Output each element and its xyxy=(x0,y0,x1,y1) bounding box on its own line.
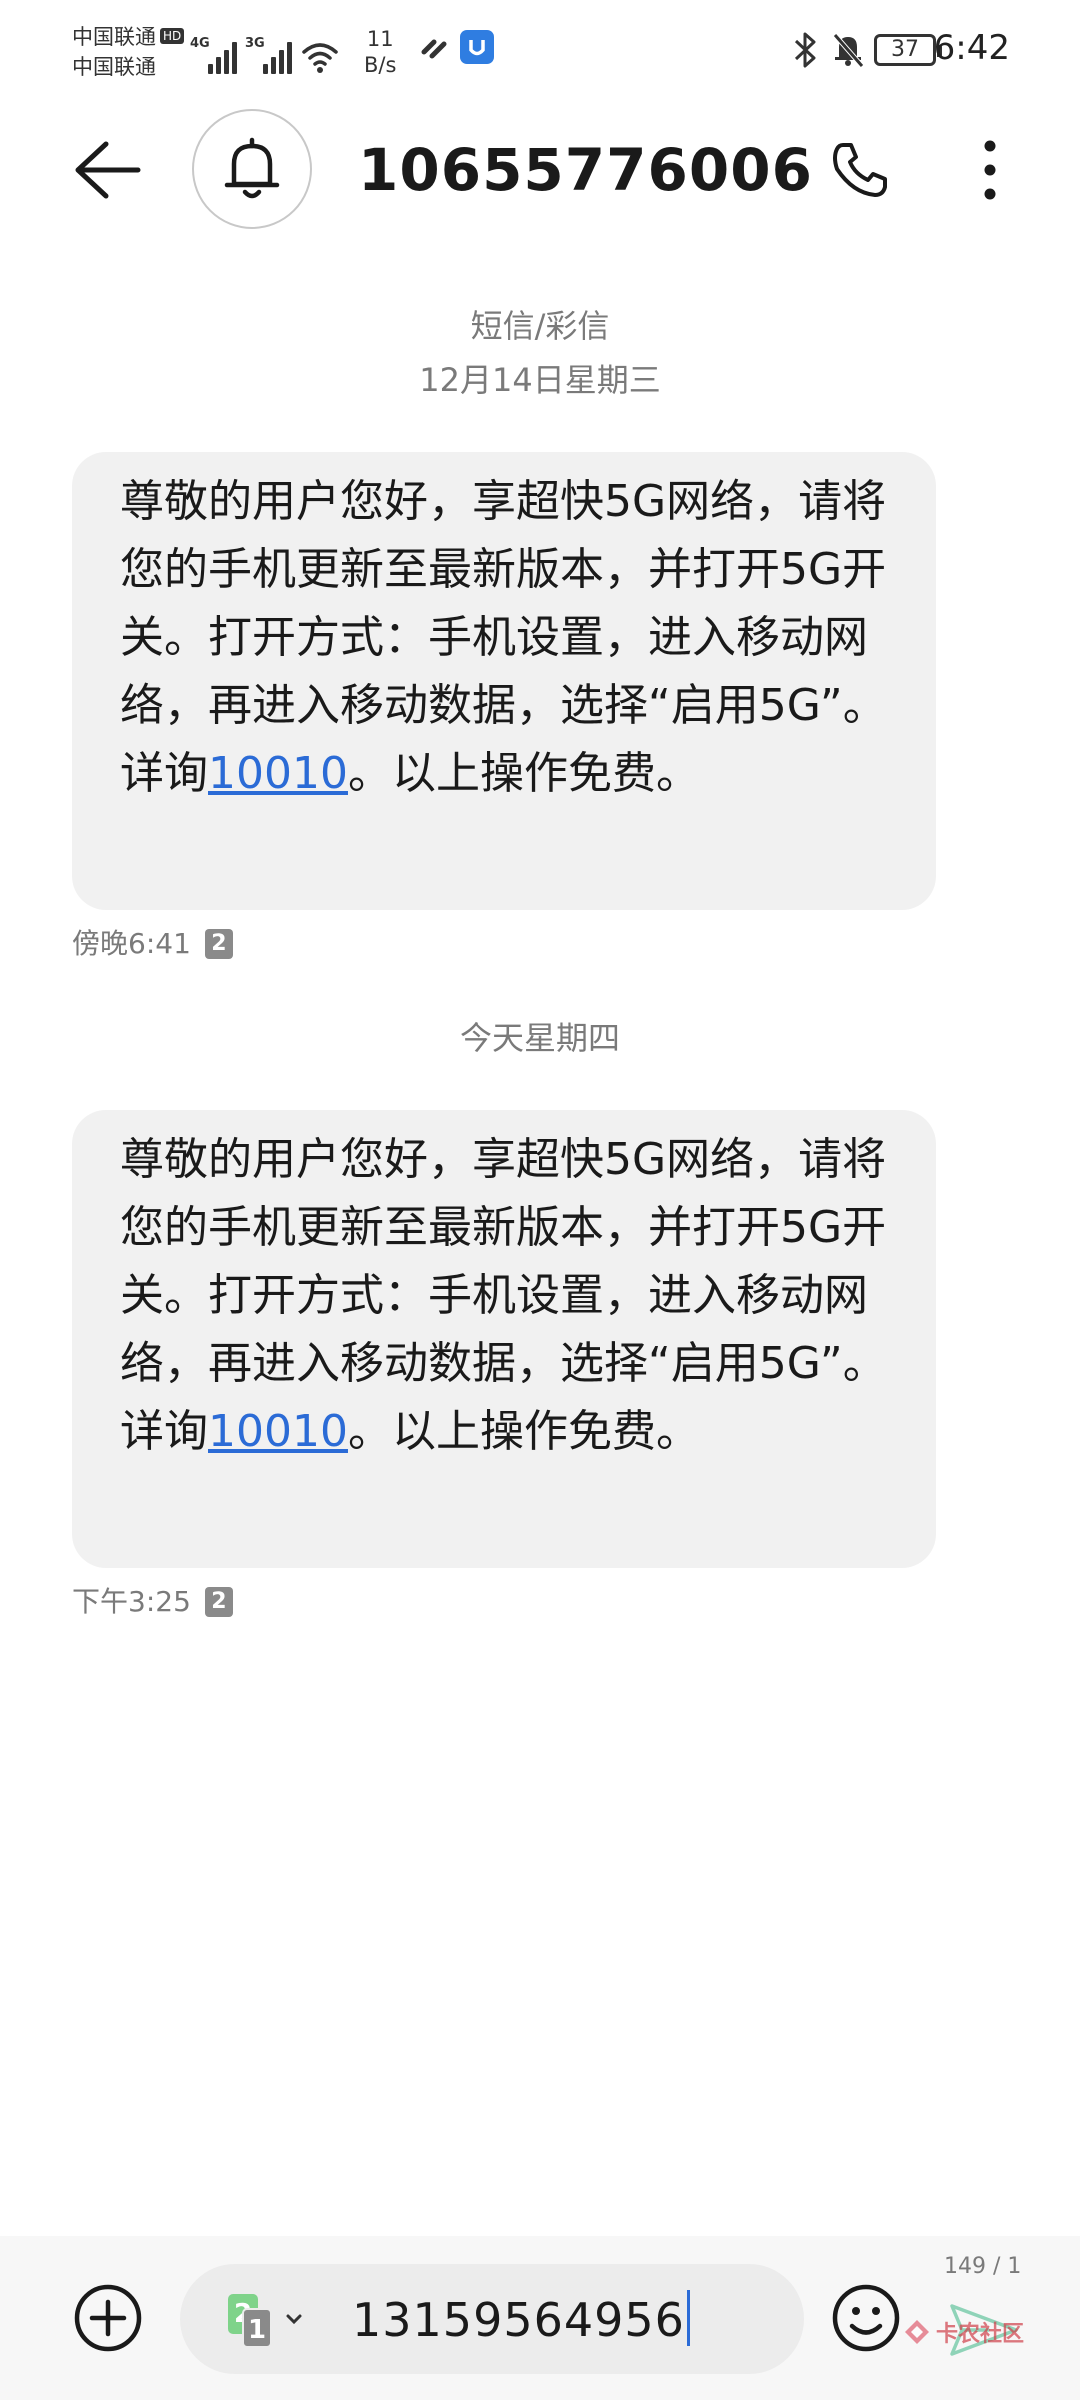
carrier-1: 中国联通 xyxy=(72,25,156,49)
message-type-label: 短信/彩信 xyxy=(470,307,610,345)
message-time: 下午3:25 xyxy=(72,1585,191,1618)
call-button[interactable] xyxy=(820,130,900,210)
clock: 6:42 xyxy=(933,28,1010,68)
net-speed: 11 B/s xyxy=(364,27,397,77)
chevron-down-icon xyxy=(286,2314,302,2325)
signal-2-icon: 3G xyxy=(245,32,292,74)
date-separator: 今天星期四 xyxy=(459,1019,620,1057)
emoji-button[interactable] xyxy=(828,2280,904,2356)
attach-button[interactable] xyxy=(70,2280,146,2356)
phone-icon xyxy=(833,143,887,197)
carrier-2: 中国联通 xyxy=(72,55,156,79)
watermark-icon xyxy=(905,2320,929,2344)
message-meta: 下午3:25 2 xyxy=(72,1582,233,1622)
message-text-end: 。以上操作免费。 xyxy=(347,748,700,799)
back-arrow-icon xyxy=(75,141,141,199)
message-text-end: 。以上操作免费。 xyxy=(347,1406,700,1457)
watermark-text: 卡农社区 xyxy=(936,2322,1025,2347)
conversation-header: 10655776006 xyxy=(0,100,1080,240)
sim-badge: 2 xyxy=(204,929,233,959)
message-input-box[interactable]: 2 1 13159564956 xyxy=(180,2264,804,2374)
phone-link[interactable]: 10010 xyxy=(208,748,348,799)
message-bubble[interactable]: 尊敬的用户您好，享超快5G网络，请将您的手机更新至最新版本，并打开5G开关。打开… xyxy=(72,452,936,910)
more-vertical-icon xyxy=(984,140,996,200)
sim-1-icon: 1 xyxy=(242,2308,272,2348)
sim-badge: 2 xyxy=(204,1587,233,1617)
back-button[interactable] xyxy=(62,130,152,210)
contact-avatar[interactable] xyxy=(192,109,312,229)
app-notification-icon xyxy=(460,30,494,64)
signal-indicators: 4G 3G xyxy=(190,28,340,74)
battery-indicator: 37 xyxy=(874,34,942,66)
hd-badge: HD xyxy=(160,28,185,44)
add-circle-icon xyxy=(74,2284,142,2352)
status-bar: 中国联通 HD 中国联通 4G 3G 11 B/s 37 6:42 xyxy=(0,0,1080,100)
sim-selector[interactable]: 2 1 xyxy=(228,2294,308,2350)
date-separator: 12月14日星期三 xyxy=(419,361,661,399)
message-time: 傍晚6:41 xyxy=(72,927,191,960)
message-meta: 傍晚6:41 2 xyxy=(72,924,233,964)
message-bubble[interactable]: 尊敬的用户您好，享超快5G网络，请将您的手机更新至最新版本，并打开5G开关。打开… xyxy=(72,1110,936,1568)
more-options-button[interactable] xyxy=(950,130,1030,210)
message-input[interactable]: 13159564956 xyxy=(352,2290,690,2350)
bell-icon xyxy=(224,137,280,199)
mute-bell-icon xyxy=(833,33,864,68)
carrier-info: 中国联通 HD 中国联通 xyxy=(72,22,185,82)
contact-title: 10655776006 xyxy=(358,136,813,204)
bluetooth-icon xyxy=(794,32,816,68)
message-composer: 2 1 13159564956 149 / 1 卡农社区 xyxy=(0,2236,1080,2400)
watermark-logo: 卡农社区 xyxy=(902,2316,1024,2348)
wifi-icon xyxy=(302,43,338,73)
text-cursor xyxy=(686,2290,690,2346)
char-counter: 149 / 1 xyxy=(944,2254,1022,2279)
signal-1-icon: 4G xyxy=(190,32,237,74)
link-app-icon xyxy=(421,39,447,59)
emoji-icon xyxy=(832,2284,900,2352)
phone-link[interactable]: 10010 xyxy=(208,1406,348,1457)
